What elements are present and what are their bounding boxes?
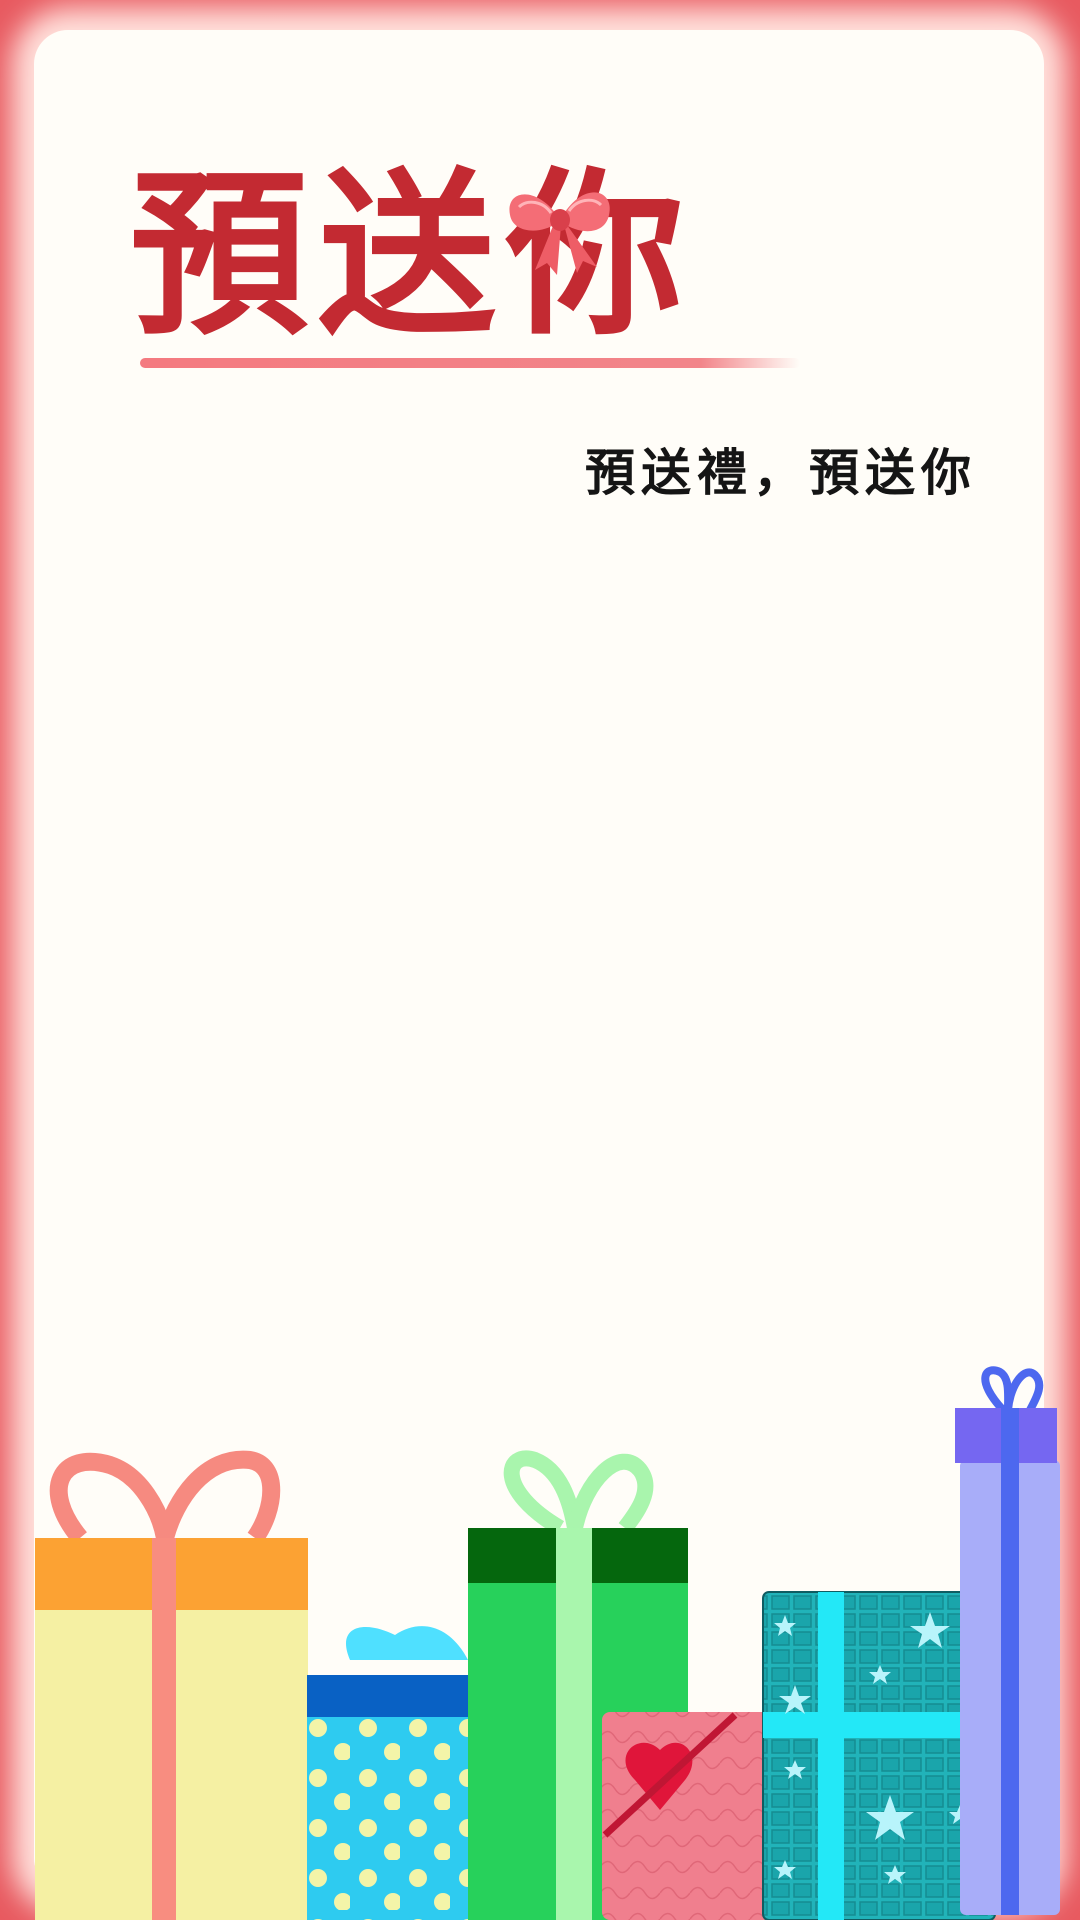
card-subtitle: 預送禮，預送你 bbox=[585, 443, 977, 502]
gift-box-yellow bbox=[35, 1450, 308, 1920]
bow-icon bbox=[509, 192, 610, 275]
card-title: 預送你 bbox=[130, 150, 694, 359]
gift-box-purple bbox=[955, 1366, 1060, 1915]
gift-box-pink-heart bbox=[602, 1712, 772, 1920]
title-underline bbox=[140, 358, 800, 368]
gift-boxes-illustration bbox=[35, 1366, 1060, 1920]
